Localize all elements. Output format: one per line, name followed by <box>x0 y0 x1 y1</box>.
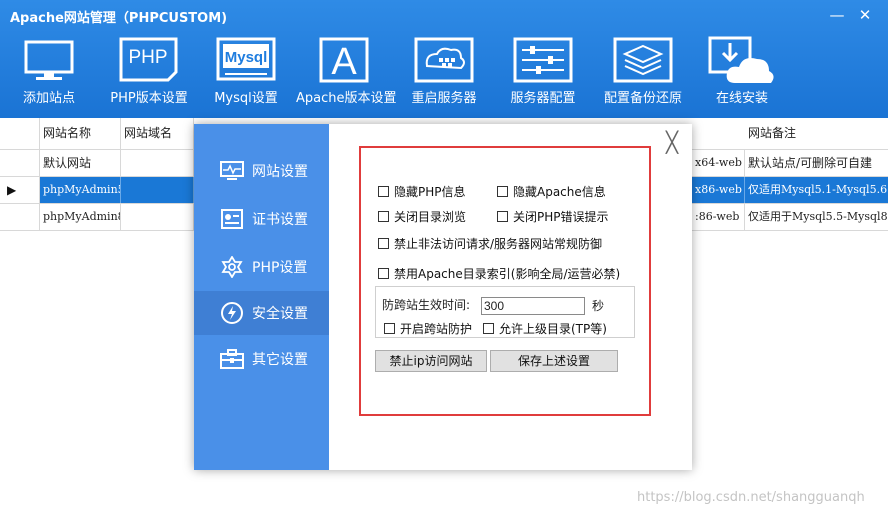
disable-dir-browse-checkbox[interactable] <box>378 211 389 222</box>
disable-php-errors-option[interactable]: 关闭PHP错误提示 <box>497 208 609 225</box>
disable-indexes-checkbox[interactable] <box>378 268 389 279</box>
nav-label: 网站设置 <box>252 164 308 180</box>
nav-label: 安全设置 <box>252 306 308 322</box>
timeout-input[interactable]: 300 <box>481 297 585 315</box>
cell-site-env: x64-web <box>692 150 745 176</box>
block-illegal-label: 禁止非法访问请求/服务器网站常规防御 <box>394 237 603 251</box>
nav-label: 证书设置 <box>252 212 308 228</box>
disable-indexes-option[interactable]: 禁用Apache目录索引(影响全局/运营必禁) <box>378 265 620 282</box>
disable-php-errors-label: 关闭PHP错误提示 <box>513 210 609 224</box>
settings-sidebar: 网站设置 证书设置 PHP设置 安全设置 其它设置 <box>194 124 329 470</box>
save-settings-button[interactable]: 保存上述设置 <box>490 350 618 372</box>
cell-site-note: 仅适用于Mysql5.5-Mysql8 <box>748 210 888 223</box>
cell-site-note: 仅适用Mysql5.1-Mysql5.6 <box>748 183 888 196</box>
minimize-button[interactable]: — <box>826 4 848 26</box>
allow-parent-option[interactable]: 允许上级目录(TP等) <box>483 320 607 337</box>
hide-php-label: 隐藏PHP信息 <box>394 185 466 199</box>
cell-site-name: phpMyAdmin5 <box>40 177 121 203</box>
config-backup-label: 配置备份还原 <box>603 91 682 106</box>
dialog-close-icon[interactable]: ╳ <box>662 132 682 152</box>
nav-label: 其它设置 <box>252 352 308 368</box>
server-restart-icon <box>410 36 478 84</box>
cell-site-name: 默认网站 <box>40 150 121 176</box>
disable-indexes-label: 禁用Apache目录索引(影响全局/运营必禁) <box>394 267 621 281</box>
php-icon: PHP <box>108 36 190 84</box>
nav-certificate-settings[interactable]: 证书设置 <box>194 197 329 241</box>
add-site-button[interactable]: 添加站点 <box>18 36 80 110</box>
settings-dialog: 网站设置 证书设置 PHP设置 安全设置 其它设置 ╳ 隐藏PHP信息 隐藏Ap… <box>194 124 692 470</box>
apache-version-button[interactable]: A Apache版本设置 <box>296 36 397 110</box>
server-config-button[interactable]: 服务器配置 <box>509 36 577 110</box>
certificate-icon <box>219 208 245 230</box>
online-install-label: 在线安装 <box>715 91 768 106</box>
cell-site-domain <box>121 150 194 176</box>
layers-icon <box>600 36 686 84</box>
monitor-icon <box>18 36 80 84</box>
svg-text:Mysql: Mysql <box>225 49 268 66</box>
main-toolbar: Apache网站管理（PHPCUSTOM) — ✕ 添加站点 PHP PHP版本… <box>0 0 888 118</box>
disable-php-errors-checkbox[interactable] <box>497 211 508 222</box>
php-version-label: PHP版本设置 <box>110 91 188 106</box>
svg-text:PHP: PHP <box>128 47 167 68</box>
row-indicator: ▶ <box>0 177 40 203</box>
block-illegal-option[interactable]: 禁止非法访问请求/服务器网站常规防御 <box>378 235 602 252</box>
online-install-button[interactable]: 在线安装 <box>706 36 778 110</box>
cell-site-note: 默认站点/可删除可自建 <box>748 156 873 170</box>
watermark-text: https://blog.csdn.net/shangguanqh <box>637 490 865 505</box>
mysql-icon: Mysql <box>208 36 284 84</box>
config-backup-button[interactable]: 配置备份还原 <box>600 36 686 110</box>
cell-site-domain <box>121 204 194 230</box>
block-ip-button[interactable]: 禁止ip访问网站 <box>375 350 487 372</box>
toolbox-icon <box>219 348 245 370</box>
hide-apache-checkbox[interactable] <box>497 186 508 197</box>
nav-php-settings[interactable]: PHP设置 <box>194 245 329 289</box>
disable-dir-browse-option[interactable]: 关闭目录浏览 <box>378 208 466 225</box>
disable-dir-browse-label: 关闭目录浏览 <box>394 210 467 224</box>
php-gear-icon <box>219 256 245 278</box>
window-title: Apache网站管理（PHPCUSTOM) <box>10 11 228 26</box>
nav-other-settings[interactable]: 其它设置 <box>194 337 329 381</box>
close-window-button[interactable]: ✕ <box>854 4 876 26</box>
cell-site-env: x86-web <box>692 177 745 203</box>
hide-apache-label: 隐藏Apache信息 <box>513 185 606 199</box>
restart-server-button[interactable]: 重启服务器 <box>410 36 478 110</box>
mysql-settings-label: Mysql设置 <box>214 91 278 106</box>
column-header-note[interactable]: 网站备注 <box>745 118 888 149</box>
cell-site-domain <box>121 177 194 203</box>
apache-icon: A <box>296 36 392 84</box>
row-indicator <box>0 204 40 230</box>
nav-site-settings[interactable]: 网站设置 <box>194 149 329 193</box>
nav-security-settings[interactable]: 安全设置 <box>194 291 329 335</box>
sliders-icon <box>509 36 577 84</box>
hide-apache-option[interactable]: 隐藏Apache信息 <box>497 183 606 200</box>
svg-text:A: A <box>331 41 357 83</box>
selected-row-arrow-icon: ▶ <box>7 183 17 197</box>
monitor-pulse-icon <box>219 160 245 182</box>
add-site-label: 添加站点 <box>22 91 75 106</box>
timeout-unit: 秒 <box>592 299 605 313</box>
apache-version-label: Apache版本设置 <box>296 91 397 106</box>
php-version-button[interactable]: PHP PHP版本设置 <box>108 36 190 110</box>
row-indicator-header <box>0 118 40 149</box>
enable-cross-site-checkbox[interactable] <box>384 323 395 334</box>
column-header-domain[interactable]: 网站域名 <box>121 118 194 149</box>
block-illegal-checkbox[interactable] <box>378 238 389 249</box>
row-indicator <box>0 150 40 176</box>
allow-parent-checkbox[interactable] <box>483 323 494 334</box>
cell-site-name: phpMyAdmin8 <box>40 204 121 230</box>
allow-parent-label: 允许上级目录(TP等) <box>499 322 607 336</box>
cloud-download-icon <box>706 36 778 84</box>
hide-php-checkbox[interactable] <box>378 186 389 197</box>
enable-cross-site-option[interactable]: 开启跨站防护 <box>384 320 472 337</box>
column-header-name[interactable]: 网站名称 <box>40 118 121 149</box>
lightning-shield-icon <box>219 302 245 324</box>
cell-site-env: :86-web <box>692 204 745 230</box>
restart-server-label: 重启服务器 <box>411 91 477 106</box>
enable-cross-site-label: 开启跨站防护 <box>400 322 473 336</box>
nav-label: PHP设置 <box>252 260 308 276</box>
mysql-settings-button[interactable]: Mysql Mysql设置 <box>208 36 284 110</box>
hide-php-option[interactable]: 隐藏PHP信息 <box>378 183 466 200</box>
timeout-label: 防跨站生效时间: <box>382 298 471 312</box>
server-config-label: 服务器配置 <box>510 91 576 106</box>
